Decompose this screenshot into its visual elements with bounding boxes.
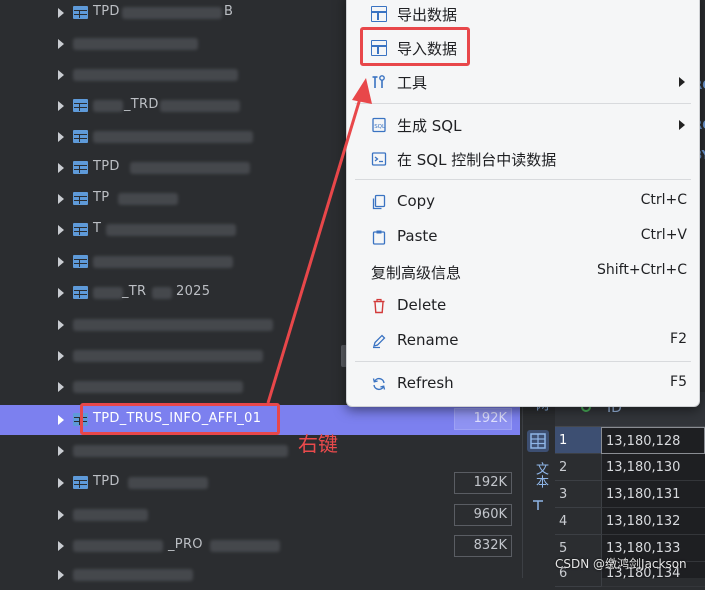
right-click-annotation: 右键 — [298, 432, 338, 456]
annotation-arrow — [266, 78, 372, 404]
watermark: CSDN @缴鸿剑Jackson — [555, 557, 687, 571]
